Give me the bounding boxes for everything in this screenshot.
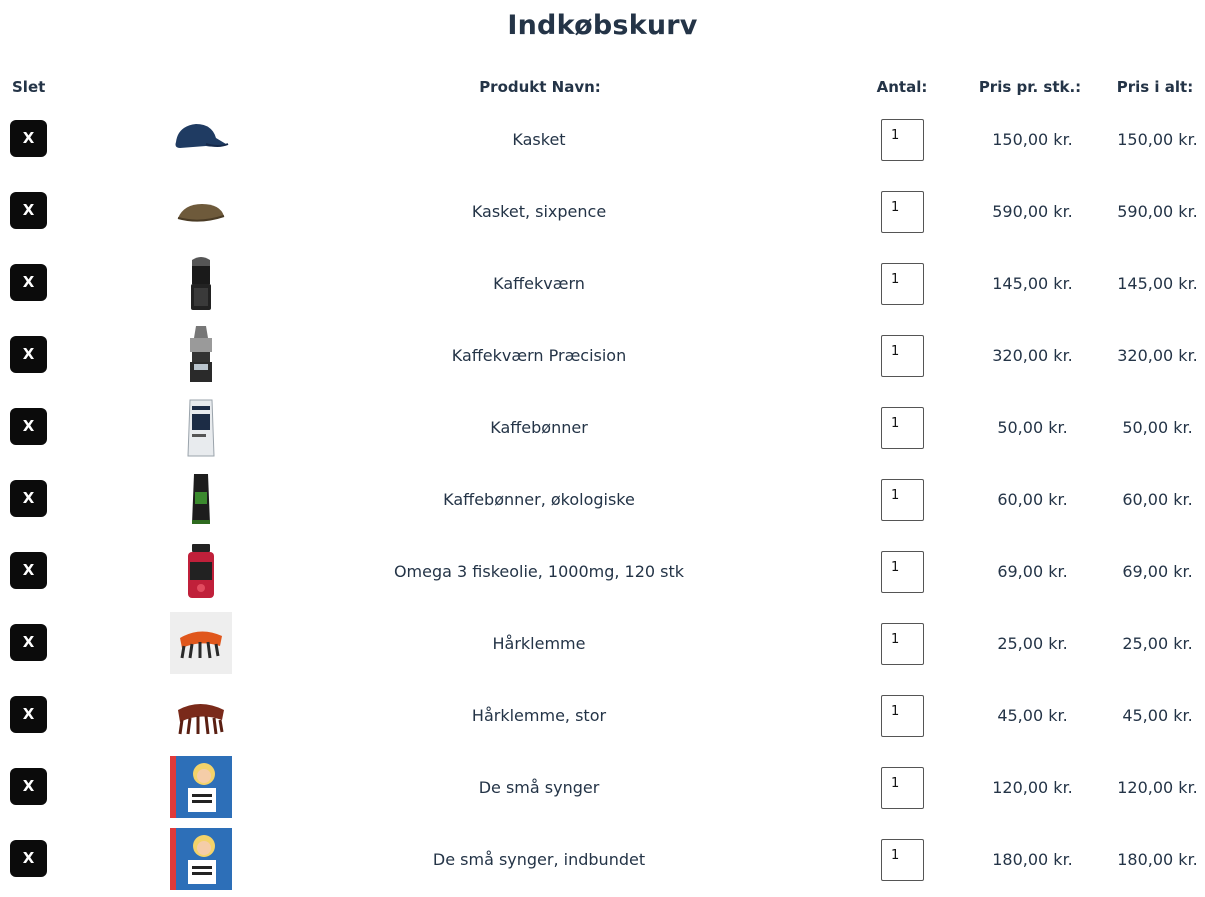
- table-row: X Hårklemme 25,00 kr. 25,00 kr.: [0, 608, 1205, 680]
- product-image: [170, 684, 232, 746]
- total-price: 150,00 kr.: [1117, 130, 1198, 149]
- delete-button[interactable]: X: [10, 552, 47, 589]
- delete-button[interactable]: X: [10, 192, 47, 229]
- product-name: Hårklemme: [492, 634, 586, 653]
- header-quantity: Antal:: [876, 78, 928, 96]
- product-image: [170, 612, 232, 674]
- product-name: De små synger: [478, 778, 600, 797]
- unit-price: 120,00 kr.: [992, 778, 1073, 797]
- product-image: [170, 324, 232, 386]
- hair-clip-brown-icon: [178, 704, 224, 735]
- product-image: [170, 468, 232, 530]
- total-price: 180,00 kr.: [1117, 850, 1198, 869]
- table-row: X Kaffekværn 145,00 kr. 145,00 kr.: [0, 248, 1205, 320]
- header-delete: Slet: [12, 78, 46, 96]
- total-price: 60,00 kr.: [1122, 490, 1193, 509]
- product-name: Kasket: [512, 130, 566, 149]
- total-price: 320,00 kr.: [1117, 346, 1198, 365]
- delete-button[interactable]: X: [10, 264, 47, 301]
- delete-button[interactable]: X: [10, 336, 47, 373]
- table-row: X De små synger 120,00 kr. 120,00 kr.: [0, 752, 1205, 824]
- page-title: Indkøbskurv: [507, 10, 698, 41]
- product-image: [170, 756, 232, 818]
- table-row: X Kasket, sixpence 590,00 kr. 590,00 kr.: [0, 176, 1205, 248]
- coffee-grinder-precision-icon: [190, 326, 212, 382]
- product-image: [170, 180, 232, 242]
- unit-price: 590,00 kr.: [992, 202, 1073, 221]
- product-name: Omega 3 fiskeolie, 1000mg, 120 stk: [393, 562, 685, 581]
- quantity-input[interactable]: [881, 767, 924, 809]
- unit-price: 25,00 kr.: [997, 634, 1068, 653]
- delete-button[interactable]: X: [10, 840, 47, 877]
- unit-price: 45,00 kr.: [997, 706, 1068, 725]
- delete-button[interactable]: X: [10, 408, 47, 445]
- table-row: X Omega 3 fiskeolie, 1000mg, 120 stk 69,…: [0, 536, 1205, 608]
- product-image: [170, 540, 232, 602]
- delete-button[interactable]: X: [10, 480, 47, 517]
- header-unit-price: Pris pr. stk.:: [978, 78, 1082, 96]
- product-image: [170, 396, 232, 458]
- total-price: 45,00 kr.: [1122, 706, 1193, 725]
- product-name: Kasket, sixpence: [471, 202, 607, 221]
- product-name: Kaffebønner, økologiske: [443, 490, 635, 509]
- product-image: [170, 108, 232, 170]
- total-price: 69,00 kr.: [1122, 562, 1193, 581]
- unit-price: 60,00 kr.: [997, 490, 1068, 509]
- quantity-input[interactable]: [881, 623, 924, 665]
- unit-price: 69,00 kr.: [997, 562, 1068, 581]
- unit-price: 150,00 kr.: [992, 130, 1073, 149]
- delete-button[interactable]: X: [10, 624, 47, 661]
- quantity-input[interactable]: [881, 551, 924, 593]
- quantity-input[interactable]: [881, 695, 924, 737]
- total-price: 25,00 kr.: [1122, 634, 1193, 653]
- book-cover-icon: [170, 756, 232, 818]
- quantity-input[interactable]: [881, 479, 924, 521]
- table-row: X Kasket 150,00 kr. 150,00 kr.: [0, 104, 1205, 176]
- total-price: 50,00 kr.: [1122, 418, 1193, 437]
- product-image: [170, 828, 232, 890]
- cap-sixpence-icon: [177, 204, 225, 222]
- product-name: De små synger, indbundet: [432, 850, 646, 869]
- coffee-bag-green-icon: [192, 474, 210, 524]
- header-product-name: Produkt Navn:: [479, 78, 601, 96]
- table-row: X Kaffekværn Præcision 320,00 kr. 320,00…: [0, 320, 1205, 392]
- table-row: X De små synger, indbundet 180,00 kr. 18…: [0, 824, 1205, 896]
- hair-clip-orange-icon: [170, 612, 232, 674]
- table-row: X Kaffebønner, økologiske 60,00 kr. 60,0…: [0, 464, 1205, 536]
- quantity-input[interactable]: [881, 335, 924, 377]
- quantity-input[interactable]: [881, 263, 924, 305]
- delete-button[interactable]: X: [10, 696, 47, 733]
- product-name: Kaffekværn: [493, 274, 585, 293]
- product-name: Kaffebønner: [490, 418, 588, 437]
- quantity-input[interactable]: [881, 119, 924, 161]
- total-price: 120,00 kr.: [1117, 778, 1198, 797]
- table-row: X Kaffebønner 50,00 kr. 50,00 kr.: [0, 392, 1205, 464]
- unit-price: 145,00 kr.: [992, 274, 1073, 293]
- cart-table-header: Slet Produkt Navn: Antal: Pris pr. stk.:…: [0, 78, 1205, 100]
- coffee-grinder-icon: [191, 257, 211, 310]
- product-name: Hårklemme, stor: [471, 706, 607, 725]
- header-total-price: Pris i alt:: [1116, 78, 1194, 96]
- cap-blue-icon: [175, 124, 229, 148]
- product-image: [170, 252, 232, 314]
- unit-price: 180,00 kr.: [992, 850, 1073, 869]
- total-price: 590,00 kr.: [1117, 202, 1198, 221]
- supplement-jar-icon: [188, 544, 214, 598]
- unit-price: 50,00 kr.: [997, 418, 1068, 437]
- table-row: X Hårklemme, stor 45,00 kr. 45,00 kr.: [0, 680, 1205, 752]
- book-cover-hardback-icon: [170, 828, 232, 890]
- quantity-input[interactable]: [881, 839, 924, 881]
- coffee-bag-white-icon: [187, 399, 215, 457]
- quantity-input[interactable]: [881, 191, 924, 233]
- unit-price: 320,00 kr.: [992, 346, 1073, 365]
- total-price: 145,00 kr.: [1117, 274, 1198, 293]
- delete-button[interactable]: X: [10, 120, 47, 157]
- delete-button[interactable]: X: [10, 768, 47, 805]
- quantity-input[interactable]: [881, 407, 924, 449]
- product-name: Kaffekværn Præcision: [451, 346, 627, 365]
